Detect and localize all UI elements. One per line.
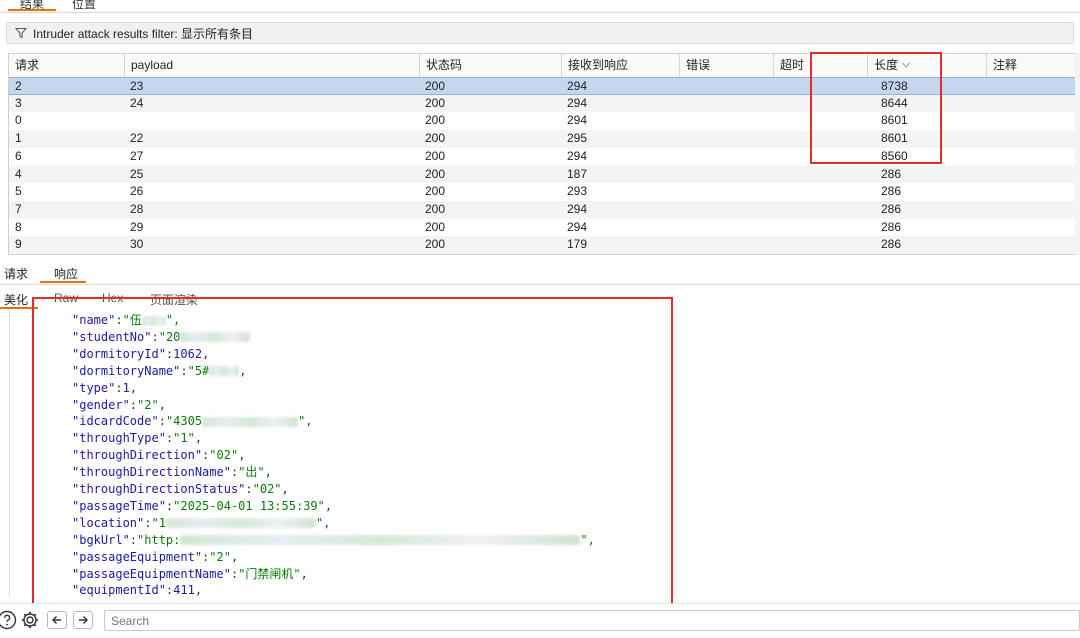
highlight-length-column (810, 52, 942, 164)
bottom-toolbar (0, 603, 1080, 638)
cell-payload: 29 (130, 219, 144, 234)
cell-received: 294 (567, 148, 588, 163)
cell-request: 6 (15, 148, 22, 163)
cell-received: 294 (567, 201, 588, 216)
highlight-response-body (32, 297, 673, 610)
table-scrollbar[interactable] (1075, 53, 1080, 255)
tab-response[interactable]: 响应 (54, 265, 78, 282)
tab-pretty[interactable]: 美化 (4, 291, 28, 308)
cell-payload: 30 (130, 237, 144, 252)
tab-request[interactable]: 请求 (4, 265, 28, 282)
results-filter-bar[interactable]: Intruder attack results filter: 显示所有条目 (6, 22, 1074, 44)
search-input[interactable] (104, 610, 1080, 631)
cell-request: 3 (15, 95, 22, 110)
cell-payload: 25 (130, 166, 144, 181)
cell-status: 200 (425, 237, 446, 252)
cell-payload: 22 (130, 131, 144, 146)
col-header-comment[interactable]: 注释 (986, 54, 1080, 77)
cell-status: 200 (425, 219, 446, 234)
cell-length: 286 (881, 201, 902, 216)
arrow-right-icon (79, 616, 88, 624)
active-tab-indicator (8, 9, 56, 11)
cell-received: 293 (567, 184, 588, 199)
tab-positions[interactable]: 位置 (72, 0, 96, 12)
next-button[interactable] (73, 611, 93, 629)
cell-payload (124, 112, 419, 130)
cell-request: 2 (15, 79, 22, 93)
cell-length: 286 (881, 166, 902, 181)
table-row[interactable]: 9 30 200 179 286 (9, 236, 1080, 254)
cell-request: 0 (15, 113, 22, 128)
col-header-error[interactable]: 错误 (679, 54, 773, 77)
table-row[interactable]: 4 25 200 187 286 (9, 165, 1080, 184)
table-row[interactable]: 5 26 200 293 286 (9, 183, 1080, 201)
cell-status: 200 (425, 79, 446, 93)
cell-request: 1 (15, 131, 22, 146)
cell-status: 200 (425, 95, 446, 110)
cell-payload: 23 (130, 79, 144, 93)
cell-received: 187 (567, 166, 588, 181)
cell-payload: 28 (130, 201, 144, 216)
cell-status: 200 (425, 113, 446, 128)
col-header-status[interactable]: 状态码 (419, 54, 561, 77)
cell-length: 286 (881, 237, 902, 252)
filter-text: Intruder attack results filter: 显示所有条目 (33, 26, 254, 41)
message-tabs: 请求 响应 (0, 262, 1080, 285)
previous-button[interactable] (47, 611, 67, 629)
cell-length: 286 (881, 219, 902, 234)
cell-received: 294 (567, 113, 588, 128)
cell-received: 179 (567, 237, 588, 252)
cell-request: 5 (15, 184, 22, 199)
cell-request: 7 (15, 201, 22, 216)
cell-payload: 26 (130, 184, 144, 199)
cell-status: 200 (425, 148, 446, 163)
cell-received: 294 (567, 79, 588, 93)
cell-status: 200 (425, 131, 446, 146)
arrow-left-icon (52, 616, 61, 624)
cell-payload: 27 (130, 148, 144, 163)
settings-gear-icon[interactable] (20, 610, 40, 630)
table-row[interactable]: 8 29 200 294 286 (9, 219, 1080, 237)
cell-payload: 24 (130, 95, 144, 110)
cell-status: 200 (425, 184, 446, 199)
cell-request: 8 (15, 219, 22, 234)
active-tab-indicator (40, 281, 86, 283)
cell-status: 200 (425, 166, 446, 181)
col-header-request[interactable]: 请求 (9, 54, 124, 77)
cell-status: 200 (425, 201, 446, 216)
cell-request: 4 (15, 166, 22, 181)
cell-length: 286 (881, 184, 902, 199)
editor-gutter (9, 310, 10, 597)
col-header-payload[interactable]: payload (124, 54, 419, 77)
help-icon[interactable] (0, 610, 17, 630)
cell-received: 294 (567, 219, 588, 234)
cell-received: 294 (567, 95, 588, 110)
cell-request: 9 (15, 237, 22, 252)
filter-funnel-icon (15, 28, 27, 39)
results-tabs: 结果 位置 (0, 0, 1080, 13)
cell-received: 295 (567, 131, 588, 146)
table-row[interactable]: 7 28 200 294 286 (9, 200, 1080, 219)
col-header-received[interactable]: 接收到响应 (561, 54, 679, 77)
